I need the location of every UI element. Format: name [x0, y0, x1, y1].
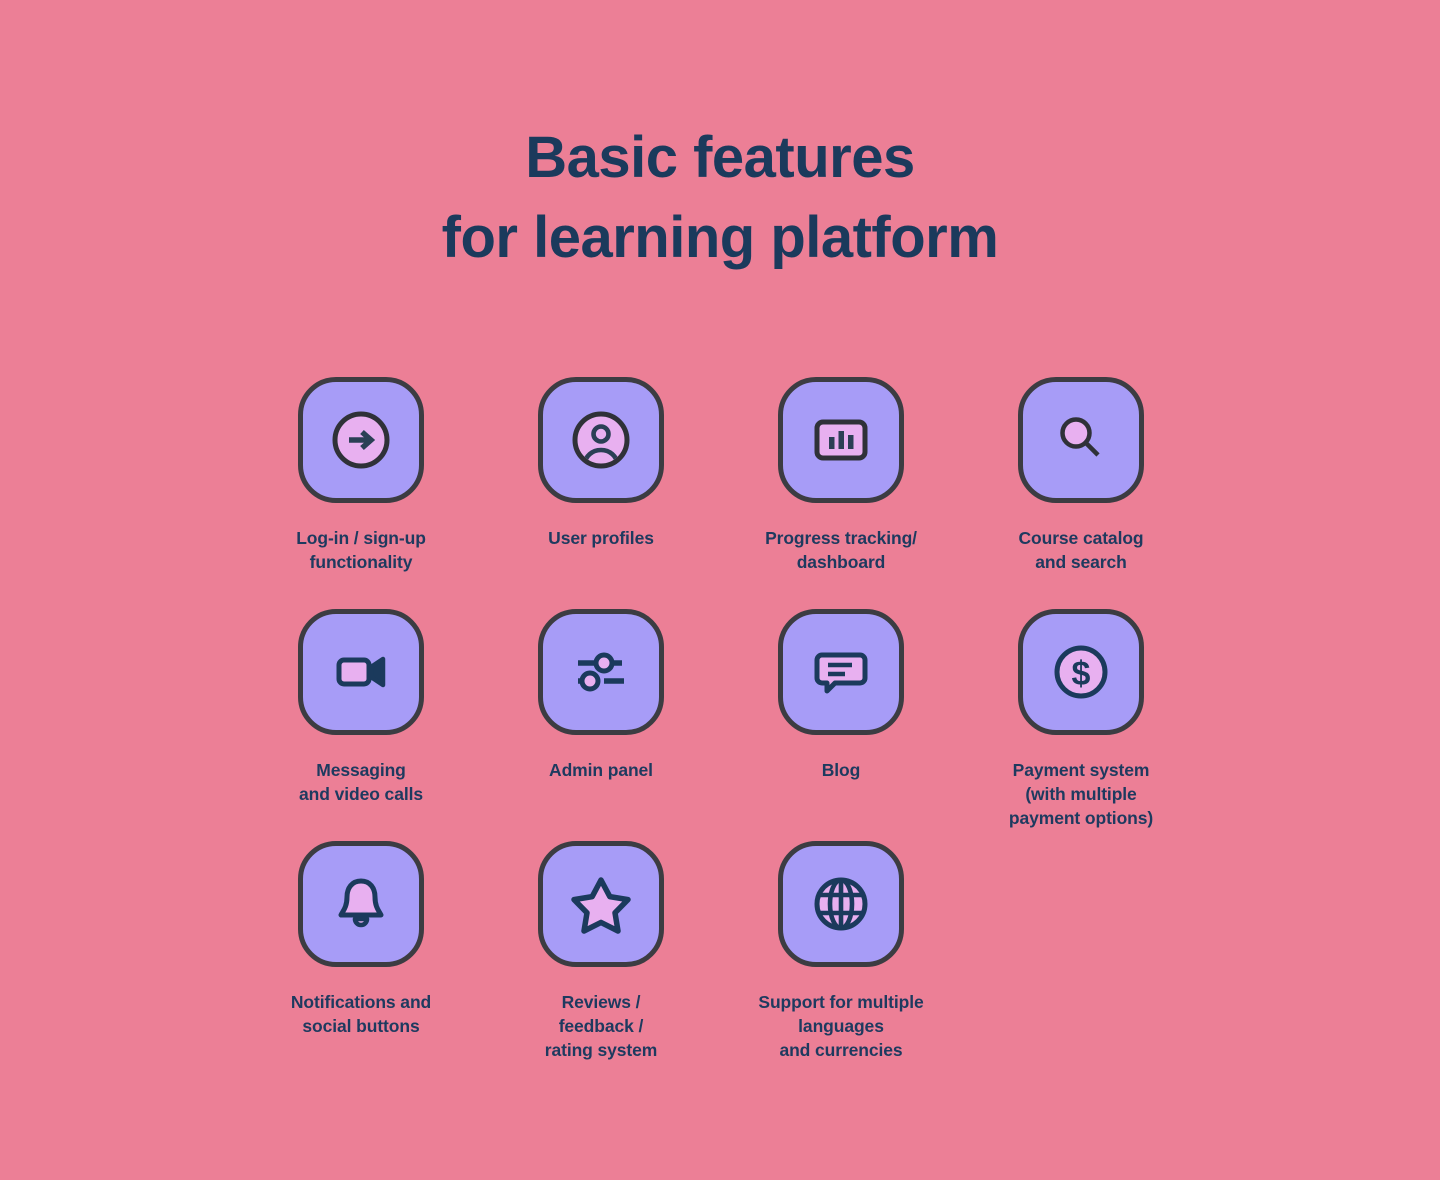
infographic-page: Basic features for learning platform Log: [0, 0, 1440, 1180]
caption-line: and video calls: [299, 784, 423, 804]
feature-caption: Admin panel: [549, 758, 653, 782]
page-title: Basic features for learning platform: [0, 118, 1440, 278]
globe-languages-icon: [808, 871, 874, 937]
feature-caption: Blog: [821, 758, 861, 782]
caption-line: Course catalog: [1018, 528, 1144, 548]
svg-text:$: $: [1072, 655, 1091, 693]
feature-item-course-catalog[interactable]: Course catalog and search: [961, 377, 1201, 574]
caption-line: Notifications and: [290, 992, 432, 1012]
video-camera-icon: [328, 639, 394, 705]
feature-caption: Progress tracking/ dashboard: [765, 526, 917, 574]
caption-line: dashboard: [796, 552, 886, 572]
caption-line: languages: [798, 1016, 884, 1036]
caption-line: (with multiple: [1025, 784, 1137, 804]
feature-icon-tile[interactable]: [298, 841, 424, 967]
caption-line: Reviews /: [561, 992, 641, 1012]
caption-line: social buttons: [302, 1016, 420, 1036]
caption-line: and currencies: [779, 1040, 903, 1060]
feature-item-admin-panel[interactable]: Admin panel: [481, 609, 721, 782]
caption-line: Progress tracking/: [765, 528, 917, 548]
feature-caption: Messaging and video calls: [299, 758, 423, 806]
page-title-line-2: for learning platform: [441, 205, 999, 270]
feature-icon-tile[interactable]: [538, 609, 664, 735]
feature-icon-tile[interactable]: [1018, 377, 1144, 503]
feature-item-user-profiles[interactable]: User profiles: [481, 377, 721, 550]
feature-icon-tile[interactable]: [778, 609, 904, 735]
feature-caption: Notifications and social buttons: [291, 990, 431, 1038]
feature-icon-tile[interactable]: $: [1018, 609, 1144, 735]
caption-line: Blog: [821, 760, 861, 780]
caption-line: Support for multiple: [758, 992, 924, 1012]
feature-caption: User profiles: [548, 526, 654, 550]
page-title-line-1: Basic features: [525, 125, 915, 190]
star-rating-icon: [568, 871, 634, 937]
caption-line: functionality: [309, 552, 413, 572]
feature-caption: Reviews / feedback / rating system: [545, 990, 658, 1062]
feature-icon-tile[interactable]: [778, 841, 904, 967]
caption-line: and search: [1035, 552, 1127, 572]
feature-item-messaging[interactable]: Messaging and video calls: [241, 609, 481, 806]
feature-caption: Log-in / sign-up functionality: [296, 526, 426, 574]
feature-item-blog[interactable]: Blog: [721, 609, 961, 782]
feature-caption: Course catalog and search: [1018, 526, 1143, 574]
caption-line: Messaging: [316, 760, 406, 780]
caption-line: rating system: [544, 1040, 658, 1060]
feature-item-languages[interactable]: Support for multiple languages and curre…: [721, 841, 961, 1062]
chat-bubble-icon: [808, 639, 874, 705]
feature-item-notifications[interactable]: Notifications and social buttons: [241, 841, 481, 1038]
feature-item-login[interactable]: Log-in / sign-up functionality: [241, 377, 481, 574]
caption-line: Payment system: [1012, 760, 1150, 780]
caption-line: User profiles: [548, 528, 654, 548]
feature-icon-tile[interactable]: [778, 377, 904, 503]
feature-caption: Payment system (with multiple payment op…: [1009, 758, 1153, 830]
feature-icon-tile[interactable]: [538, 841, 664, 967]
arrow-right-circle-icon: [328, 407, 394, 473]
caption-line: feedback /: [558, 1016, 644, 1036]
feature-row: Log-in / sign-up functionality User prof…: [241, 377, 1201, 609]
caption-line: Log-in / sign-up: [296, 528, 426, 548]
user-profile-icon: [568, 407, 634, 473]
feature-icon-tile[interactable]: [538, 377, 664, 503]
feature-icon-tile[interactable]: [298, 377, 424, 503]
feature-item-progress-tracking[interactable]: Progress tracking/ dashboard: [721, 377, 961, 574]
feature-row: Messaging and video calls Admin panel Bl…: [241, 609, 1201, 841]
feature-row: Notifications and social buttons Reviews…: [241, 841, 1201, 1073]
feature-item-reviews[interactable]: Reviews / feedback / rating system: [481, 841, 721, 1062]
feature-item-payment-system[interactable]: $ Payment system (with multiple payment …: [961, 609, 1201, 830]
sliders-settings-icon: [568, 639, 634, 705]
bell-notification-icon: [328, 871, 394, 937]
caption-line: payment options): [1008, 808, 1154, 828]
feature-caption: Support for multiple languages and curre…: [758, 990, 923, 1062]
search-magnifier-icon: [1048, 407, 1114, 473]
feature-icon-tile[interactable]: [298, 609, 424, 735]
bar-chart-dashboard-icon: [808, 407, 874, 473]
caption-line: Admin panel: [549, 760, 653, 780]
feature-grid: Log-in / sign-up functionality User prof…: [241, 377, 1201, 1073]
dollar-coin-icon: $: [1048, 639, 1114, 705]
